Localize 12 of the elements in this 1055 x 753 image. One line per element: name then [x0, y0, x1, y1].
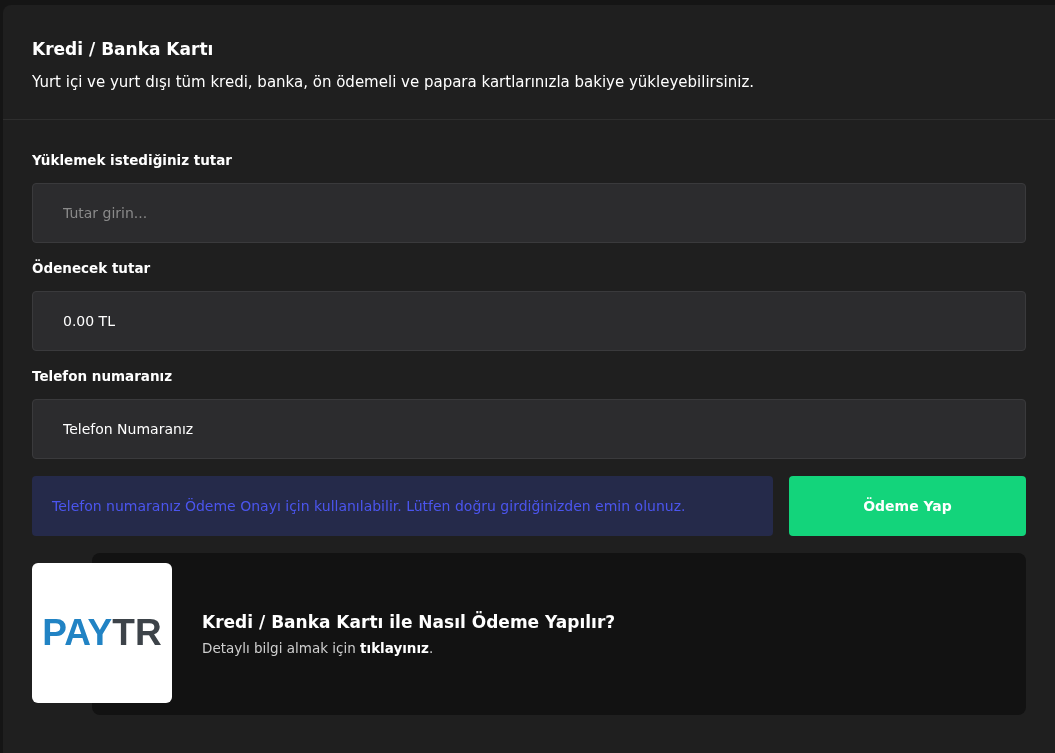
- panel-subtitle: Yurt içi ve yurt dışı tüm kredi, banka, ön ödemeli ve papara kartlarınızla bakiye yükleyebilirsiniz.: [32, 73, 756, 91]
- info-title: Kredi / Banka Kartı ile Nasıl Ödeme Yapılır?: [202, 612, 617, 632]
- notice-text: Telefon numaranız Ödeme Onayı için kullanılabilir. Lütfen doğru girdiğinizden emin olunuz.: [32, 476, 773, 536]
- input-field[interactable]: Telefon Numaranız: [32, 399, 1026, 459]
- input-field[interactable]: Tutar girin...: [32, 183, 1026, 243]
- field-label: Yüklemek istediğiniz tutar: [32, 152, 233, 168]
- logo: PAYTR: [32, 563, 172, 703]
- input-field[interactable]: 0.00 TL: [32, 291, 1026, 351]
- info-text: Detaylı bilgi almak için tıklayınız.: [202, 640, 435, 656]
- field-label: Ödenecek tutar: [32, 260, 152, 276]
- field-label: Telefon numaranız: [32, 368, 174, 384]
- panel-title: Kredi / Banka Kartı: [32, 39, 215, 59]
